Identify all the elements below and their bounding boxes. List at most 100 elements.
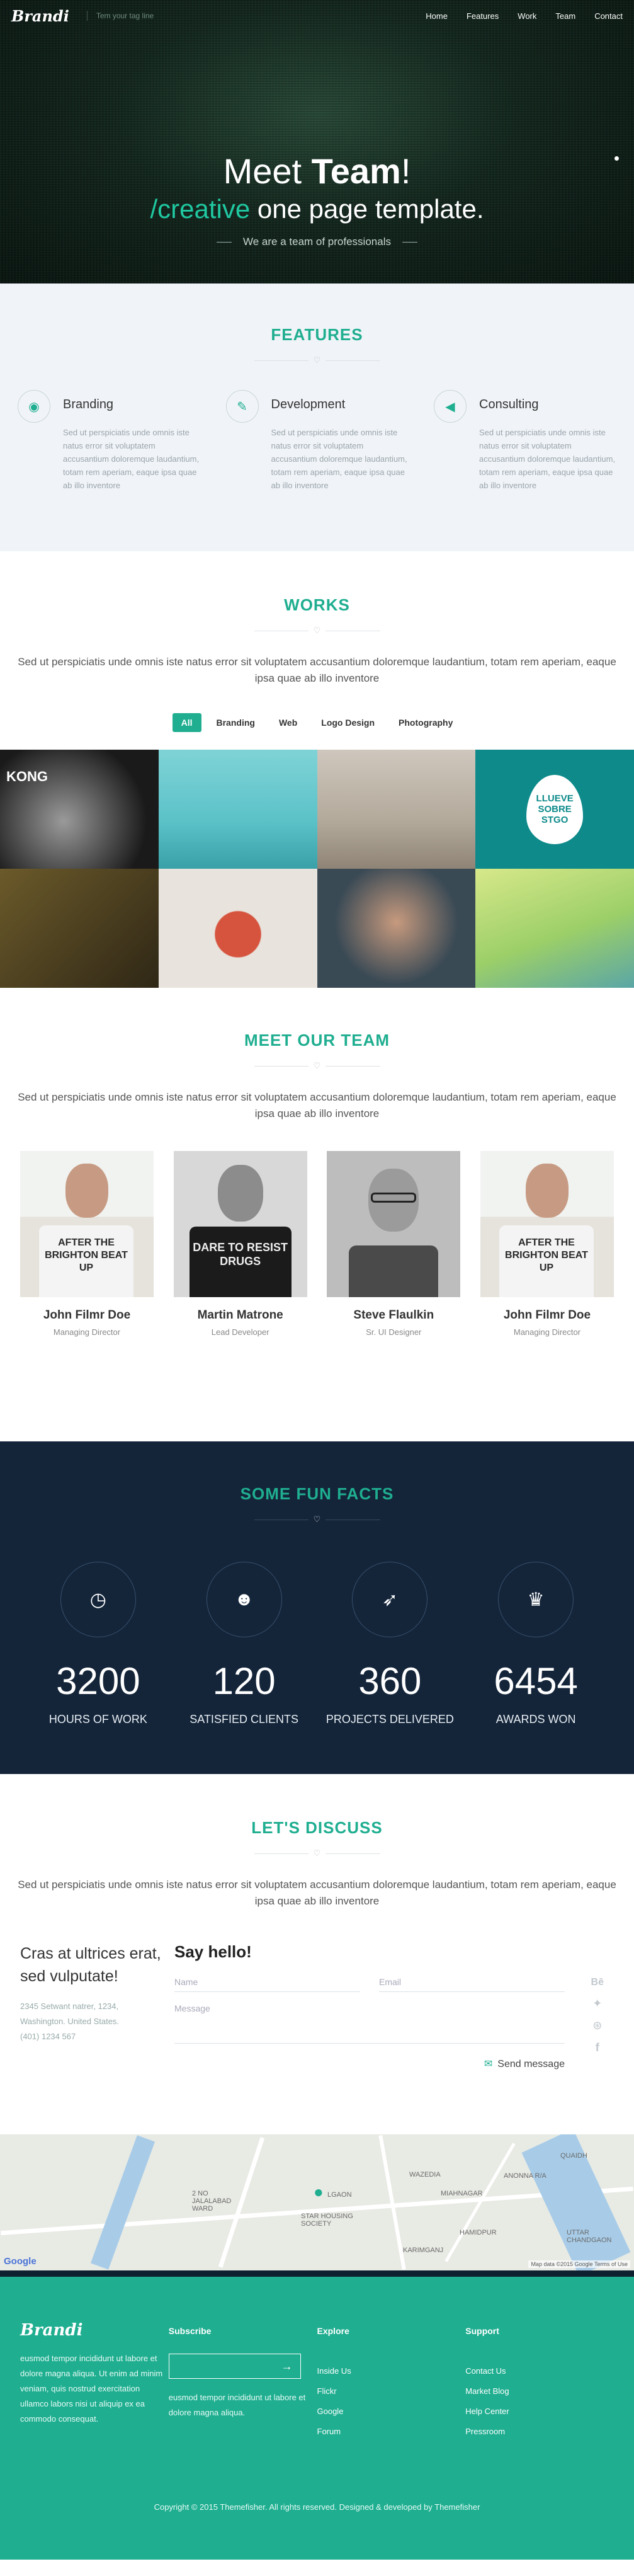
portfolio-grid: KONG LLUEVE SOBRE STGO: [0, 750, 634, 988]
top-navbar: Brandi Tem your tag line Home Features W…: [0, 0, 634, 31]
map-label: STAR HOUSING SOCIETY: [301, 2212, 353, 2228]
message-field[interactable]: Message: [174, 2000, 565, 2044]
fact-number: 360: [358, 1660, 422, 1702]
map-label: LGAON: [327, 2191, 352, 2199]
heart-icon: ♡: [308, 356, 326, 365]
support-link[interactable]: Market Blog: [465, 2381, 614, 2401]
feature-development: ✎ Development Sed ut perspiciatis unde om…: [225, 390, 409, 492]
email-field[interactable]: Email: [379, 1973, 565, 1992]
discuss-title: LET'S DISCUSS: [251, 1818, 383, 1837]
team-section: MEET OUR TEAM ♡ Sed ut perspiciatis unde…: [0, 988, 634, 1441]
section-divider: ♡: [254, 1515, 380, 1524]
nav-features[interactable]: Features: [467, 11, 499, 21]
hero-text: Meet Team! /creative one page template. …: [0, 151, 634, 248]
member-role: Managing Director: [513, 1327, 581, 1337]
heart-icon: ♡: [308, 1849, 326, 1858]
filter-logo-design[interactable]: Logo Design: [312, 713, 383, 732]
discuss-lead: Sed ut perspiciatis unde omnis iste natu…: [18, 1879, 616, 1907]
trophy-icon: ♛: [498, 1562, 574, 1637]
map-pin-icon[interactable]: ●: [314, 2182, 324, 2202]
twitter-icon[interactable]: ✦: [592, 1997, 602, 2010]
support-title: Support: [465, 2326, 499, 2336]
member-role: Sr. UI Designer: [366, 1327, 422, 1337]
fact-number: 120: [212, 1660, 276, 1702]
fact-projects: ➶ 360 PROJECTS DELIVERED: [317, 1562, 462, 1726]
team-member[interactable]: AFTER THE BRIGHTON BEAT UP John Filmr Do…: [480, 1151, 614, 1337]
map-label: QUAIDH: [560, 2152, 587, 2160]
logo[interactable]: Brandi: [11, 7, 69, 25]
facebook-icon[interactable]: f: [596, 2041, 599, 2054]
explore-link[interactable]: Inside Us: [317, 2361, 466, 2381]
team-member[interactable]: Steve Flaulkin Sr. UI Designer: [327, 1151, 461, 1337]
fact-awards: ♛ 6454 AWARDS WON: [463, 1562, 608, 1726]
social-links: Bē ✦ ⊛ f: [591, 1977, 604, 2054]
portfolio-item[interactable]: [317, 750, 476, 869]
rocket-icon: ➶: [352, 1562, 428, 1637]
support-link[interactable]: Pressroom: [465, 2422, 614, 2442]
section-divider: ♡: [254, 356, 380, 365]
portfolio-item[interactable]: KONG: [0, 750, 159, 869]
section-divider: ♡: [254, 1062, 380, 1070]
nav-contact[interactable]: Contact: [594, 11, 623, 21]
explore-link[interactable]: Flickr: [317, 2381, 466, 2401]
explore-link[interactable]: Forum: [317, 2422, 466, 2442]
slider-dot[interactable]: [614, 156, 619, 161]
feature-title: Consulting: [479, 398, 539, 411]
fact-label: PROJECTS DELIVERED: [325, 1713, 454, 1726]
arrow-right-icon[interactable]: →: [281, 2360, 293, 2373]
portfolio-item[interactable]: [317, 869, 476, 988]
name-field[interactable]: Name: [174, 1973, 360, 1992]
team-member[interactable]: AFTER THE BRIGHTON BEAT UP John Filmr Do…: [20, 1151, 154, 1337]
portfolio-item[interactable]: LLUEVE SOBRE STGO: [475, 750, 634, 869]
pencil-icon: ✎: [225, 390, 259, 423]
map-label: UTTAR CHANDGAON: [567, 2229, 612, 2244]
filter-branding[interactable]: Branding: [208, 713, 264, 732]
nav-team[interactable]: Team: [555, 11, 575, 21]
heart-icon: ♡: [308, 1515, 326, 1524]
works-section: WORKS ♡ Sed ut perspiciatis unde omnis i…: [0, 551, 634, 988]
fact-number: 6454: [494, 1660, 578, 1702]
main-nav: Home Features Work Team Contact: [426, 11, 623, 21]
member-role: Managing Director: [53, 1327, 121, 1337]
works-lead: Sed ut perspiciatis unde omnis iste natu…: [18, 656, 616, 684]
support-link[interactable]: Contact Us: [465, 2361, 614, 2381]
explore-title: Explore: [317, 2326, 349, 2336]
footer-about-text: eusmod tempor incididunt ut labore et do…: [20, 2354, 163, 2424]
feature-text: Sed ut perspiciatis unde omnis iste natu…: [63, 428, 200, 490]
fact-label: AWARDS WON: [495, 1713, 576, 1726]
nav-work[interactable]: Work: [518, 11, 536, 21]
feature-text: Sed ut perspiciatis unde omnis iste natu…: [479, 428, 616, 490]
map-credit[interactable]: Map data ©2015 Google Terms of Use: [528, 2260, 630, 2268]
megaphone-icon: ◀: [434, 390, 467, 423]
support-link[interactable]: Help Center: [465, 2401, 614, 2422]
tagline: Tem your tag line: [86, 11, 154, 21]
explore-link[interactable]: Google: [317, 2401, 466, 2422]
filter-all[interactable]: All: [172, 713, 201, 732]
footer-about: Brandi eusmod tempor incididunt ut labor…: [20, 2321, 169, 2442]
filter-web[interactable]: Web: [270, 713, 306, 732]
portfolio-item[interactable]: [158, 750, 317, 869]
facts-title: SOME FUN FACTS: [240, 1484, 394, 1503]
portfolio-item[interactable]: [158, 869, 317, 988]
portfolio-item[interactable]: [475, 869, 634, 988]
portfolio-item[interactable]: [0, 869, 159, 988]
nav-home[interactable]: Home: [426, 11, 448, 21]
filter-photography[interactable]: Photography: [390, 713, 461, 732]
team-lead: Sed ut perspiciatis unde omnis iste natu…: [18, 1091, 616, 1119]
heart-icon: ♡: [308, 626, 326, 635]
dribbble-icon[interactable]: ⊛: [592, 2019, 602, 2032]
map-label: WAZEDIA: [409, 2171, 441, 2178]
contact-form: Say hello! Name Email Message ✉ Send mess…: [174, 1942, 565, 2070]
address-heading: Cras at ultrices erat, sed vulputate!: [20, 1945, 161, 1985]
behance-icon[interactable]: Bē: [591, 1977, 604, 1988]
map[interactable]: 2 NO JALALABAD WARD STAR HOUSING SOCIETY…: [0, 2134, 634, 2270]
team-member[interactable]: DARE TO RESIST DRUGS Martin Matrone Lead…: [173, 1151, 307, 1337]
team-title: MEET OUR TEAM: [244, 1031, 390, 1050]
footer-logo[interactable]: Brandi: [20, 2321, 169, 2340]
send-button[interactable]: ✉ Send message: [174, 2058, 565, 2070]
footer: Brandi eusmod tempor incididunt ut labor…: [0, 2270, 634, 2560]
subscribe-input[interactable]: →: [168, 2354, 301, 2379]
hero-section: Brandi Tem your tag line Home Features W…: [0, 0, 634, 283]
member-name: John Filmr Doe: [43, 1308, 131, 1322]
fact-hours: ◷ 3200 HOURS OF WORK: [26, 1562, 171, 1726]
